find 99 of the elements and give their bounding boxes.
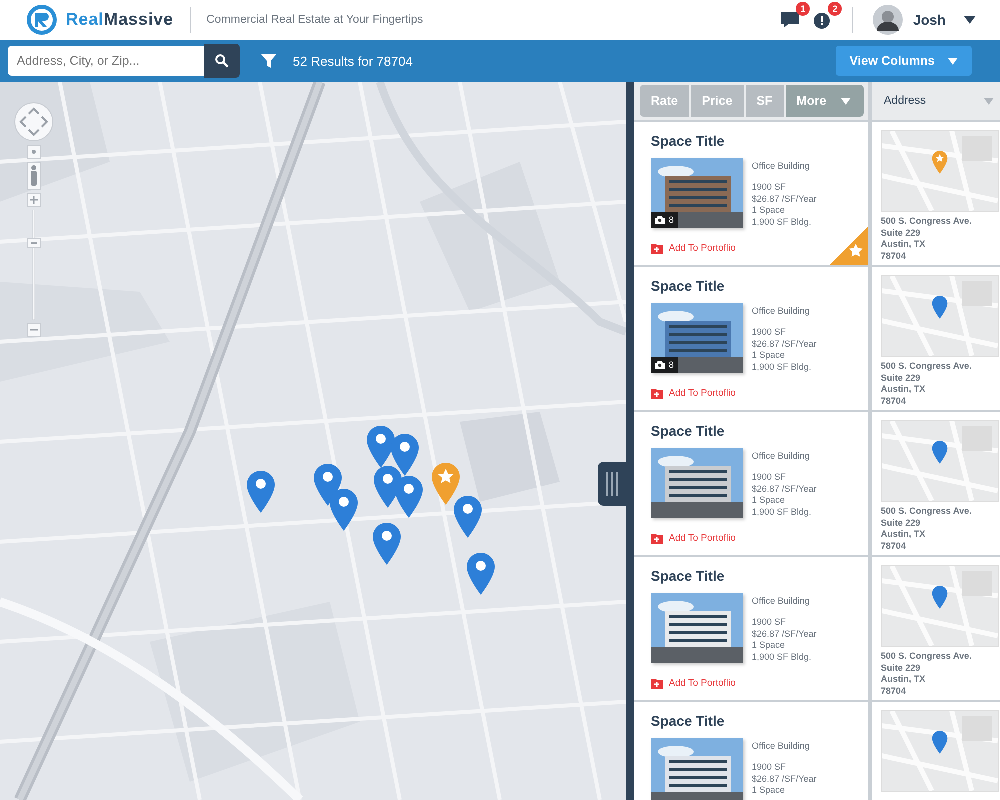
results-count: 52 Results for 78704 <box>293 54 414 68</box>
listing-detail: 1 Space <box>752 205 786 216</box>
address-line: Austin, TX <box>881 674 926 686</box>
address-line: 78704 <box>881 396 908 407</box>
add-to-portfolio-link[interactable]: Add To Portoflio <box>651 678 736 689</box>
listing-detail: 1900 SF <box>752 327 788 338</box>
photo-count: 8 <box>651 212 678 228</box>
listing-card[interactable]: Space Title 8 Office Building 1900 SF $26.87 /SF/Year 1 Space 1,900 SF Bldg. Add To Portoflio <box>634 267 868 410</box>
add-to-portfolio-link[interactable]: Add To Portoflio <box>651 388 736 399</box>
caret-icon <box>948 58 958 64</box>
listing-title[interactable]: Space Title <box>651 278 725 294</box>
address-line: Suite 229 <box>881 662 922 674</box>
notification-badge: 1 <box>796 2 810 16</box>
listing-title[interactable]: Space Title <box>651 568 725 584</box>
filter-icon[interactable] <box>261 53 277 69</box>
listing-detail: 1 Space <box>752 350 786 362</box>
map-pin-icon[interactable] <box>247 471 275 515</box>
alert-icon[interactable] <box>812 10 832 30</box>
caret-icon[interactable] <box>964 16 976 24</box>
listing-detail: $26.87 /SF/Year <box>752 628 817 640</box>
listing-detail: 1900 SF <box>752 472 788 484</box>
address-line: 78704 <box>881 250 908 262</box>
property-type: Office Building <box>752 161 811 171</box>
logo[interactable]: RealMassive <box>66 10 174 30</box>
tagline: Commercial Real Estate at Your Fingertips <box>206 14 424 26</box>
address-line: 500 S. Congress Ave. <box>881 651 973 662</box>
folder-plus-icon <box>651 678 663 688</box>
user-name[interactable]: Josh <box>913 12 946 28</box>
address-line: 500 S. Congress Ave. <box>881 506 973 518</box>
messages-icon[interactable] <box>780 10 800 30</box>
listing-detail: $26.87 /SF/Year <box>752 774 817 785</box>
search-button[interactable] <box>204 44 240 78</box>
map-pin-icon[interactable] <box>454 496 482 540</box>
zoom-in-button[interactable] <box>27 193 41 207</box>
map-pin-icon[interactable] <box>373 523 401 567</box>
slider-thumb[interactable] <box>27 238 41 248</box>
camera-icon <box>655 361 665 369</box>
pan-control[interactable] <box>14 102 54 142</box>
avatar[interactable] <box>873 5 904 35</box>
listing-detail: 1 Space <box>752 785 786 796</box>
address-line: Suite 229 <box>881 372 922 384</box>
map-pin-icon[interactable] <box>367 426 395 470</box>
listing-detail: $26.87 /SF/Year <box>752 338 817 350</box>
address-column-header[interactable]: Address <box>872 82 1000 120</box>
listing-card[interactable]: Space Title 8 Office Building 1900 SF $26.87 /SF/Year 1 Space 1,900 SF Bldg. Add To Portoflio <box>634 122 868 265</box>
pegman-icon[interactable] <box>27 162 41 190</box>
address-line: Austin, TX <box>881 239 926 250</box>
folder-plus-icon <box>651 244 663 254</box>
address-line: Austin, TX <box>881 384 926 396</box>
address-line: 78704 <box>881 686 908 697</box>
drag-handle[interactable] <box>598 462 626 506</box>
listing-detail: 1 Space <box>752 495 786 506</box>
add-to-portfolio-link[interactable]: Add To Portoflio <box>651 533 736 544</box>
address-line: Suite 229 <box>881 228 922 239</box>
property-type: Office Building <box>752 741 811 751</box>
listing-card[interactable]: Space Title Office Building 1900 SF $26.87 /SF/Year 1 Space <box>634 702 868 800</box>
folder-plus-icon <box>651 388 663 398</box>
caret-icon <box>840 98 851 104</box>
zoom-out-button[interactable] <box>27 323 41 337</box>
notification-badge: 2 <box>828 2 842 16</box>
listing-title[interactable]: Space Title <box>651 133 725 149</box>
listing-card[interactable]: Space Title Office Building 1900 SF $26.87 /SF/Year 1 Space 1,900 SF Bldg. Add To Portoflio <box>634 412 868 555</box>
address-line: 78704 <box>881 540 908 552</box>
logo-icon <box>26 4 58 36</box>
listing-detail: 1,900 SF Bldg. <box>752 362 813 373</box>
zoom-slider[interactable] <box>27 210 41 320</box>
search-field[interactable]: Address, City, or Zip... <box>8 46 206 76</box>
listing-detail: 1,900 SF Bldg. <box>752 652 813 663</box>
search-icon <box>215 54 229 68</box>
listing-detail: 1,900 SF Bldg. <box>752 506 813 518</box>
camera-icon <box>655 216 665 224</box>
listing-detail: $26.87 /SF/Year <box>752 484 817 495</box>
property-type: Office Building <box>752 596 811 606</box>
listing-card[interactable]: Space Title Office Building 1900 SF $26.87 /SF/Year 1 Space 1,900 SF Bldg. Add To Portoflio <box>634 557 868 700</box>
listing-detail: $26.87 /SF/Year <box>752 194 817 205</box>
listing-title[interactable]: Space Title <box>651 423 725 439</box>
star-pin-icon[interactable] <box>432 463 460 507</box>
locate-button[interactable] <box>27 145 41 159</box>
listing-detail: 1900 SF <box>752 182 788 194</box>
map-pin-icon[interactable] <box>330 489 358 533</box>
map-pin-icon[interactable] <box>391 434 419 478</box>
listing-detail: 1 Space <box>752 640 786 652</box>
add-to-portfolio-link[interactable]: Add To Portoflio <box>651 243 736 254</box>
folder-plus-icon <box>651 534 663 544</box>
caret-icon <box>984 98 994 104</box>
address-line: 500 S. Congress Ave. <box>881 361 973 372</box>
address-line: Austin, TX <box>881 529 926 540</box>
listing-detail: 1,900 SF Bldg. <box>752 216 813 228</box>
property-type: Office Building <box>752 451 811 461</box>
map-pin-icon[interactable] <box>467 553 495 597</box>
address-line: 500 S. Congress Ave. <box>881 216 973 228</box>
photo-count: 8 <box>651 357 678 373</box>
listing-title[interactable]: Space Title <box>651 713 725 729</box>
map-pin-icon[interactable] <box>395 476 423 520</box>
address-line: Suite 229 <box>881 518 922 529</box>
property-type: Office Building <box>752 306 811 316</box>
listing-detail: 1900 SF <box>752 762 788 774</box>
listing-detail: 1900 SF <box>752 617 788 628</box>
favorite-star-icon[interactable] <box>830 227 868 265</box>
